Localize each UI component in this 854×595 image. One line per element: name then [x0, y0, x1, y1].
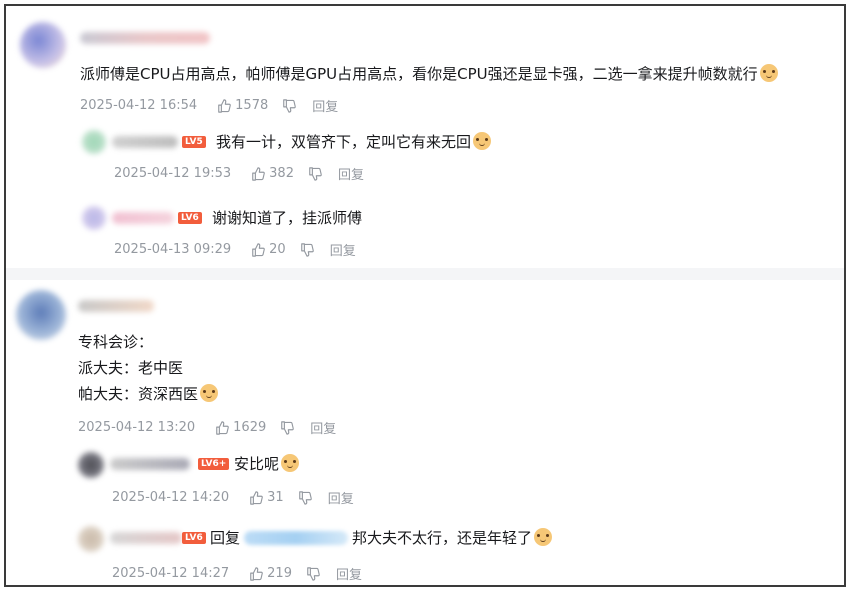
reply-button[interactable]: 回复 — [330, 240, 356, 259]
reply-button[interactable]: 回复 — [310, 418, 336, 437]
level-badge: LV6 — [178, 212, 202, 224]
avatar[interactable] — [20, 22, 66, 68]
reply-text-content: 安比呢 — [234, 455, 280, 473]
doge-icon — [281, 454, 300, 472]
comment-date: 2025-04-12 16:54 — [80, 98, 198, 113]
thumbs-up-icon — [252, 242, 265, 257]
comment-text-content: 派师傅是CPU占用高点，帕师傅是GPU占用高点，看你是CPU强还是显卡强，二选一… — [80, 65, 758, 83]
reply-date: 2025-04-12 14:27 — [112, 566, 230, 581]
like-button[interactable]: 1629 — [215, 420, 266, 435]
reply-meta: 2025-04-12 19:53 382 回复 — [114, 164, 364, 183]
reply-date: 2025-04-13 09:29 — [114, 242, 232, 257]
like-button[interactable]: 1578 — [217, 98, 268, 113]
like-count: 31 — [267, 490, 284, 505]
thumbs-down-icon — [298, 490, 312, 505]
reply-meta: 2025-04-12 14:20 31 回复 — [112, 488, 354, 507]
comment-line: 帕大夫：资深西医 — [78, 384, 219, 404]
username[interactable] — [110, 458, 190, 470]
reply-button[interactable]: 回复 — [338, 164, 364, 183]
avatar[interactable] — [82, 206, 106, 230]
comment-section: 派师傅是CPU占用高点，帕师傅是GPU占用高点，看你是CPU强还是显卡强，二选一… — [4, 4, 846, 587]
comment-meta: 2025-04-12 13:20 1629 回复 — [78, 418, 336, 437]
thumbs-up-icon — [250, 490, 263, 505]
thumbs-up-icon — [218, 98, 231, 113]
mention-link[interactable] — [244, 531, 349, 545]
reply-button[interactable]: 回复 — [312, 96, 338, 115]
thumbs-up-icon — [252, 166, 265, 181]
thumbs-down-icon — [283, 98, 297, 113]
reply-text: 我有一计，双管齐下，定叫它有来无回 — [216, 132, 492, 152]
reply-meta: 2025-04-12 14:27 219 回复 — [112, 564, 362, 583]
thread-divider — [6, 268, 844, 280]
thumbs-down-icon — [300, 242, 314, 257]
thumbs-up-icon — [250, 566, 263, 581]
like-button[interactable]: 31 — [249, 490, 284, 505]
reply-prefix: 回复 — [210, 529, 241, 547]
reply-button[interactable]: 回复 — [336, 564, 362, 583]
reply-text-content: 邦大夫不太行，还是年轻了 — [352, 529, 533, 547]
reply-text: 谢谢知道了，挂派师傅 — [212, 208, 362, 228]
avatar[interactable] — [82, 130, 106, 154]
doge-icon — [473, 132, 492, 150]
reply-text: 安比呢 — [234, 454, 300, 474]
comment-thread: 专科会诊： 派大夫：老中医 帕大夫：资深西医 2025-04-12 13:20 … — [6, 284, 844, 585]
doge-icon — [200, 384, 219, 402]
username[interactable] — [110, 532, 182, 544]
username[interactable] — [112, 136, 178, 148]
dislike-button[interactable] — [298, 490, 312, 505]
comment-thread: 派师傅是CPU占用高点，帕师傅是GPU占用高点，看你是CPU强还是显卡强，二选一… — [6, 12, 844, 268]
thumbs-down-icon — [307, 566, 320, 581]
reply-date: 2025-04-12 14:20 — [112, 490, 230, 505]
thumbs-down-icon — [281, 420, 295, 435]
username[interactable] — [112, 212, 174, 224]
thumbs-up-icon — [216, 420, 229, 435]
comment-line: 专科会诊： — [78, 333, 154, 351]
like-count: 219 — [267, 566, 292, 581]
dislike-button[interactable] — [280, 420, 295, 435]
comment-text: 派师傅是CPU占用高点，帕师傅是GPU占用高点，看你是CPU强还是显卡强，二选一… — [80, 64, 778, 84]
like-count: 1578 — [235, 98, 269, 113]
like-button[interactable]: 219 — [249, 566, 292, 581]
dislike-button[interactable] — [300, 242, 314, 257]
doge-icon — [759, 64, 778, 82]
comment-meta: 2025-04-12 16:54 1578 回复 — [80, 96, 338, 115]
avatar[interactable] — [78, 526, 104, 552]
like-count: 382 — [269, 166, 294, 181]
comment-date: 2025-04-12 13:20 — [78, 420, 196, 435]
username[interactable] — [80, 32, 210, 44]
level-badge: LV6+ — [198, 458, 230, 470]
comment-line: 派大夫：老中医 — [78, 359, 184, 377]
dislike-button[interactable] — [308, 166, 322, 181]
like-count: 1629 — [233, 420, 267, 435]
reply-date: 2025-04-12 19:53 — [114, 166, 232, 181]
dislike-button[interactable] — [306, 566, 320, 581]
doge-icon — [534, 528, 553, 546]
like-button[interactable]: 382 — [251, 166, 294, 181]
level-badge: LV5 — [182, 136, 206, 148]
username[interactable] — [78, 300, 154, 312]
reply-text-content: 我有一计，双管齐下，定叫它有来无回 — [216, 133, 472, 151]
dislike-button[interactable] — [282, 98, 297, 113]
reply-meta: 2025-04-13 09:29 20 回复 — [114, 240, 356, 259]
level-badge: LV6 — [182, 532, 206, 544]
like-button[interactable]: 20 — [251, 242, 286, 257]
like-count: 20 — [269, 242, 286, 257]
thumbs-down-icon — [309, 166, 322, 181]
avatar[interactable] — [78, 452, 104, 478]
avatar[interactable] — [16, 290, 66, 340]
reply-button[interactable]: 回复 — [328, 488, 354, 507]
reply-text-content: 谢谢知道了，挂派师傅 — [212, 209, 363, 227]
reply-text: 回复 邦大夫不太行，还是年轻了 — [210, 528, 553, 548]
